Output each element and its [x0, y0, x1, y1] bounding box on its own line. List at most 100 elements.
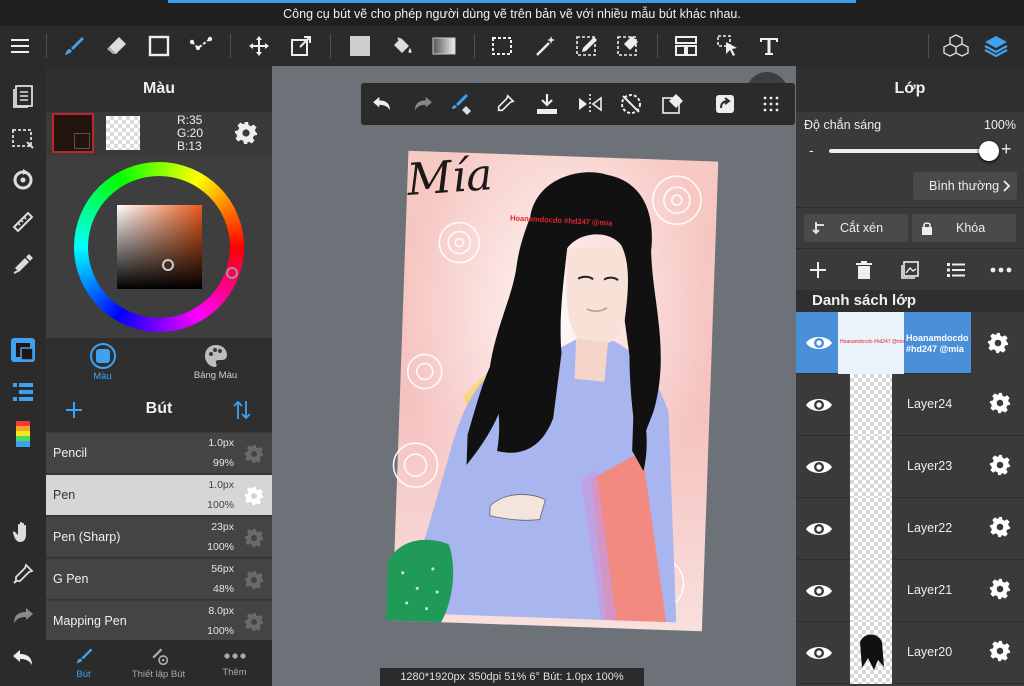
selection-toggle-icon[interactable] [7, 122, 39, 154]
eye-icon[interactable] [804, 452, 834, 482]
color-tabs: Màu Bảng Màu [46, 338, 272, 388]
transform-icon[interactable] [285, 30, 317, 62]
gradient-icon[interactable] [428, 30, 460, 62]
layer-thumbnail [850, 498, 892, 560]
brush-row-pen[interactable]: Pen 1.0px 100% [46, 475, 272, 516]
layer-row-watermark[interactable]: Hoanamdocdo #hd247 @mia Hoanamdocdo #hd2… [796, 312, 971, 374]
eye-icon[interactable] [804, 514, 834, 544]
select-eraser-icon[interactable] [612, 30, 644, 62]
redo-icon[interactable] [407, 88, 439, 120]
layer-image-icon[interactable] [901, 261, 919, 279]
eraser-icon[interactable] [101, 30, 133, 62]
ink-pen-icon[interactable] [7, 248, 39, 280]
hand-icon[interactable] [7, 516, 39, 548]
brush-icon[interactable] [58, 30, 90, 62]
flip-horizontal-icon[interactable] [574, 88, 606, 120]
brush-settings-gear-icon[interactable] [244, 486, 264, 506]
tooltip-bar: Công cụ bút vẽ cho phép người dùng vẽ tr… [0, 0, 1024, 26]
download-icon[interactable] [531, 88, 563, 120]
layer-row-21[interactable]: Layer21 [796, 560, 1024, 622]
menu-icon[interactable] [4, 30, 36, 62]
transparent-color-swatch[interactable] [106, 116, 140, 150]
layer-row-23[interactable]: Layer23 [796, 436, 1024, 498]
tab-brush[interactable]: Bút [46, 640, 121, 686]
color-panel-title: Màu [46, 66, 272, 112]
brush-eraser-toggle-icon[interactable] [447, 88, 479, 120]
rotate-icon[interactable] [7, 164, 39, 196]
pages-icon[interactable] [7, 80, 39, 112]
color-settings-gear-icon[interactable] [234, 121, 258, 145]
layer-list-icon[interactable] [947, 262, 965, 278]
rectangle-icon[interactable] [143, 30, 175, 62]
tab-brush-settings[interactable]: Thiết lập Bút [121, 640, 196, 686]
layer-more-icon[interactable] [990, 267, 1012, 273]
brush-settings-gear-icon[interactable] [244, 528, 264, 548]
layout-icon[interactable] [670, 30, 702, 62]
undo-icon[interactable] [366, 88, 398, 120]
brush-settings-gear-icon[interactable] [244, 612, 264, 632]
brush-opacity: 48% [212, 583, 234, 595]
layers-icon[interactable] [980, 30, 1012, 62]
color-palette-strip-icon[interactable] [7, 418, 39, 450]
color-swatch-icon[interactable] [7, 334, 39, 366]
layer-settings-gear-icon[interactable] [971, 312, 1024, 374]
share-icon[interactable] [709, 88, 741, 120]
brush-row-pencil[interactable]: Pencil 1.0px 99% [46, 433, 272, 474]
brush-row-g-pen[interactable]: G Pen 56px 48% [46, 559, 272, 600]
layer-row-22[interactable]: Layer22 [796, 498, 1024, 560]
text-icon[interactable] [753, 30, 785, 62]
select-dots-icon[interactable] [185, 30, 217, 62]
canvas-area[interactable]: Mía Hoanamdocdo #hd247 @mia [272, 66, 796, 686]
eyedropper-icon[interactable] [7, 558, 39, 590]
sort-brush-icon[interactable] [232, 399, 252, 421]
eye-icon[interactable] [804, 390, 834, 420]
layer-settings-gear-icon[interactable] [989, 454, 1011, 476]
more-grid-icon[interactable] [755, 88, 787, 120]
lock-button[interactable]: Khóa [912, 214, 1016, 242]
brush-opacity: 100% [207, 499, 234, 511]
magic-wand-icon[interactable] [530, 30, 562, 62]
layer-settings-gear-icon[interactable] [989, 578, 1011, 600]
layer-settings-gear-icon[interactable] [989, 640, 1011, 662]
layer-row-24[interactable]: Layer24 [796, 374, 1024, 436]
layer-row-20[interactable]: Layer20 [796, 622, 1024, 684]
eye-icon[interactable] [804, 328, 834, 358]
primary-color-swatch[interactable] [52, 113, 94, 153]
brush-settings-gear-icon[interactable] [244, 444, 264, 464]
brush-list-icon[interactable] [7, 376, 39, 408]
saturation-value-square[interactable] [117, 205, 202, 289]
opacity-slider[interactable] [829, 141, 999, 161]
layer-settings-gear-icon[interactable] [989, 392, 1011, 414]
pointer-icon[interactable] [712, 30, 744, 62]
add-layer-icon[interactable] [809, 261, 827, 279]
tab-color[interactable]: Màu [46, 338, 159, 388]
delete-layer-icon[interactable] [856, 261, 872, 279]
move-icon[interactable] [243, 30, 275, 62]
opacity-plus[interactable]: + [1001, 139, 1012, 160]
opacity-minus[interactable]: - [809, 142, 814, 158]
fill-color-icon[interactable] [344, 30, 376, 62]
brush-row-pen-sharp[interactable]: Pen (Sharp) 23px 100% [46, 517, 272, 558]
hue-handle[interactable] [226, 267, 238, 279]
blend-mode-button[interactable]: Bình thường [913, 172, 1017, 200]
bucket-icon[interactable] [386, 30, 418, 62]
3d-cubes-icon[interactable] [940, 30, 972, 62]
color-wheel-area [46, 156, 272, 338]
eye-icon[interactable] [804, 576, 834, 606]
no-snap-icon[interactable] [615, 88, 647, 120]
clear-layer-icon[interactable] [657, 88, 689, 120]
tab-more[interactable]: Thêm [197, 640, 272, 686]
select-pen-icon[interactable] [571, 30, 603, 62]
layer-settings-gear-icon[interactable] [989, 516, 1011, 538]
brush-row-mapping-pen[interactable]: Mapping Pen 8.0px 100% [46, 601, 272, 642]
brush-settings-gear-icon[interactable] [244, 570, 264, 590]
opacity-slider-knob[interactable] [979, 141, 999, 161]
undo-icon[interactable] [7, 642, 39, 674]
redo-icon[interactable] [7, 600, 39, 632]
eyedropper-icon[interactable] [489, 88, 521, 120]
ruler-icon[interactable] [7, 206, 39, 238]
tab-palette[interactable]: Bảng Màu [159, 338, 272, 388]
lasso-select-icon[interactable] [486, 30, 518, 62]
clip-button[interactable]: Cắt xén [804, 214, 908, 242]
eye-icon[interactable] [804, 638, 834, 668]
